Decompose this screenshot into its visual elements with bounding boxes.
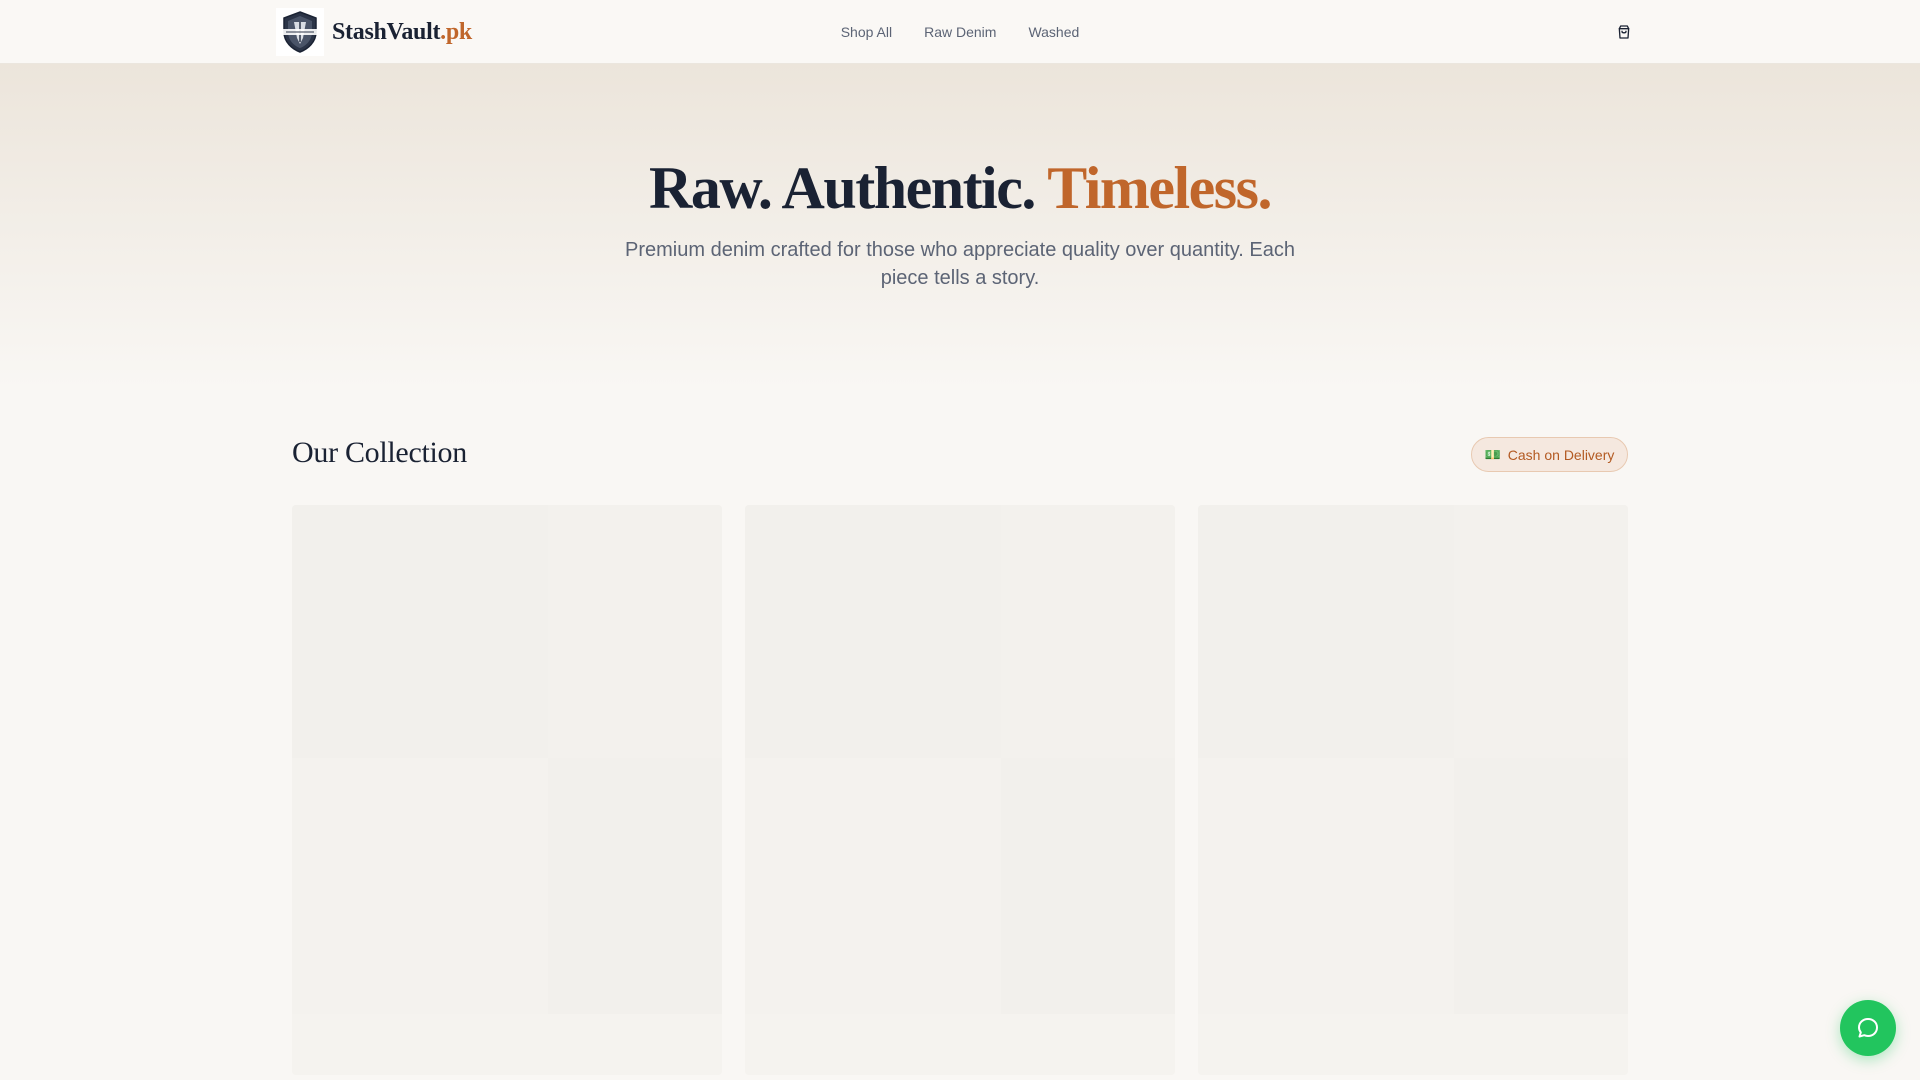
hero-title: Raw. Authentic. Timeless. — [0, 158, 1920, 218]
product-card-skeleton[interactable] — [745, 505, 1175, 1075]
skeleton-block — [292, 758, 548, 1014]
chat-button[interactable] — [1840, 1000, 1896, 1056]
skeleton-block — [1001, 758, 1175, 1014]
product-grid — [292, 505, 1628, 1075]
skeleton-block — [745, 758, 1001, 1014]
skeleton-block — [548, 505, 722, 758]
skeleton-block — [1198, 1014, 1628, 1075]
brand-suffix: .pk — [440, 18, 472, 45]
collection-title: Our Collection — [292, 436, 467, 469]
stashvault-logo-icon — [276, 8, 324, 56]
skeleton-block — [548, 758, 722, 1014]
skeleton-block — [292, 1014, 722, 1075]
cash-on-delivery-badge: 💵 Cash on Delivery — [1471, 437, 1628, 472]
shopping-bag-icon — [1618, 25, 1630, 39]
nav-link-raw-denim[interactable]: Raw Denim — [924, 24, 996, 40]
product-card-skeleton[interactable] — [292, 505, 722, 1075]
cart-button[interactable] — [1612, 20, 1636, 44]
skeleton-block — [1198, 758, 1454, 1014]
hero-title-main: Raw. Authentic. — [648, 155, 1036, 221]
hero-subtitle: Premium denim crafted for those who appr… — [625, 239, 1295, 289]
skeleton-block — [1198, 505, 1454, 758]
chat-bubble-icon — [1858, 1018, 1878, 1038]
skeleton-block — [292, 505, 548, 758]
cash-on-delivery-label: Cash on Delivery — [1507, 446, 1615, 463]
hero-title-accent: Timeless. — [1047, 155, 1272, 221]
skeleton-block — [1001, 505, 1175, 758]
brand-link[interactable]: StashVault.pk — [276, 8, 472, 56]
skeleton-block — [745, 505, 1001, 758]
nav-link-shop-all[interactable]: Shop All — [841, 24, 892, 40]
nav-link-washed[interactable]: Washed — [1028, 24, 1079, 40]
cash-icon: 💵 — [1484, 446, 1501, 462]
skeleton-block — [1454, 758, 1628, 1014]
product-card-skeleton[interactable] — [1198, 505, 1628, 1075]
site-header: StashVault.pk Shop All Raw Denim Washed — [0, 0, 1920, 64]
hero-section: Raw. Authentic. Timeless. Premium denim … — [0, 64, 1920, 390]
skeleton-block — [745, 1014, 1175, 1075]
skeleton-block — [1454, 505, 1628, 758]
brand-wordmark: StashVault.pk — [332, 19, 472, 46]
brand-name: StashVault — [332, 18, 441, 45]
